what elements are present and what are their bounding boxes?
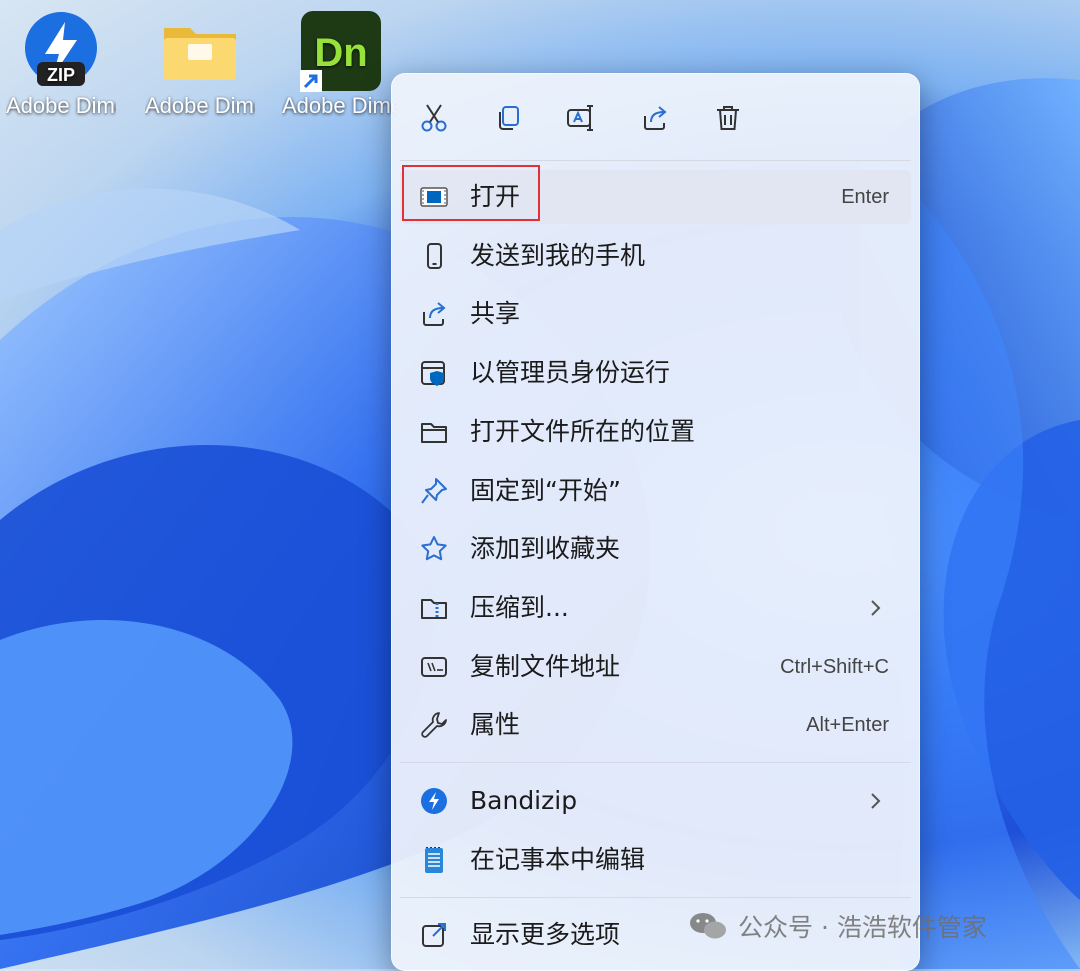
menu-item-send-to-phone[interactable]: 发送到我的手机 <box>400 229 911 283</box>
context-menu-toolbar <box>392 74 919 160</box>
annotation-highlight-box <box>402 165 540 221</box>
share-button[interactable] <box>635 98 675 138</box>
menu-item-label: 发送到我的手机 <box>470 241 646 270</box>
delete-icon <box>717 106 739 130</box>
desktop-icon-dimension-shortcut[interactable]: Dn Adobe Dimension <box>282 10 397 120</box>
menu-item-label: 在记事本中编辑 <box>470 845 646 874</box>
menu-item-label: 打开文件所在的位置 <box>470 417 696 446</box>
share-icon <box>644 106 667 130</box>
menu-item-pin-to-start[interactable]: 固定到“开始” <box>400 464 911 518</box>
folder-icon <box>160 10 240 90</box>
menu-item-label: 固定到“开始” <box>470 476 621 505</box>
wechat-icon <box>690 913 726 939</box>
share-icon <box>418 298 450 330</box>
desktop-icon-label: Adobe Dimensi... <box>145 93 255 118</box>
menu-item-shortcut: Ctrl+Shift+C <box>780 656 889 678</box>
menu-item-run-as-admin[interactable]: 以管理员身份运行 <box>400 346 911 400</box>
admin-shield-icon <box>418 357 450 389</box>
menu-item-label: 属性 <box>470 710 521 739</box>
wrench-icon <box>418 709 450 741</box>
rename-icon <box>567 105 593 131</box>
zip-folder-icon <box>418 592 450 624</box>
rename-button[interactable] <box>561 98 601 138</box>
menu-item-label: 添加到收藏夹 <box>470 534 621 563</box>
menu-separator <box>400 762 911 763</box>
menu-item-label: 压缩到... <box>470 593 569 622</box>
copy-button[interactable] <box>488 98 528 138</box>
folder-icon <box>418 416 450 448</box>
menu-item-open-file-location[interactable]: 打开文件所在的位置 <box>400 405 911 459</box>
menu-item-edit-in-notepad[interactable]: 在记事本中编辑 <box>400 833 911 887</box>
desktop-icon-label: Adobe Dimension <box>282 93 397 118</box>
chevron-right-icon <box>871 793 881 809</box>
watermark: 公众号 · 浩浩软件管家 <box>688 908 987 944</box>
menu-item-properties[interactable]: 属性 Alt+Enter <box>400 698 911 752</box>
phone-icon <box>418 240 450 272</box>
menu-item-bandizip[interactable]: Bandizip <box>400 774 911 828</box>
bandizip-icon <box>418 785 450 817</box>
menu-item-label: 共享 <box>470 299 521 328</box>
watermark-text: 公众号 · 浩浩软件管家 <box>738 913 987 942</box>
menu-item-add-to-favorites[interactable]: 添加到收藏夹 <box>400 522 911 576</box>
desktop-icon-folder[interactable]: Adobe Dimensi... <box>145 10 255 120</box>
cut-button[interactable] <box>414 98 454 138</box>
zip-file-icon: ZIP <box>21 10 101 90</box>
menu-item-share[interactable]: 共享 <box>400 287 911 341</box>
menu-item-label: Bandizip <box>470 786 578 815</box>
more-options-icon <box>418 919 450 951</box>
menu-separator <box>400 897 911 898</box>
desktop-icon-zip[interactable]: ZIP Adobe Dimensi... <box>6 10 116 120</box>
cut-icon <box>421 104 447 132</box>
menu-item-shortcut: Enter <box>841 186 889 208</box>
chevron-right-icon <box>871 600 881 616</box>
delete-button[interactable] <box>708 98 748 138</box>
dimension-app-icon: Dn <box>299 10 381 92</box>
svg-text:ZIP: ZIP <box>47 65 75 85</box>
desktop-icon-label: Adobe Dimensi... <box>6 93 116 118</box>
menu-item-copy-file-path[interactable]: 复制文件地址 Ctrl+Shift+C <box>400 640 911 694</box>
menu-item-compress-to[interactable]: 压缩到... <box>400 581 911 635</box>
svg-text:Dn: Dn <box>314 31 367 75</box>
copy-path-icon <box>418 651 450 683</box>
menu-item-label: 复制文件地址 <box>470 652 621 681</box>
pin-icon <box>418 475 450 507</box>
copy-icon <box>499 106 519 130</box>
menu-item-shortcut: Alt+Enter <box>806 714 889 736</box>
menu-separator <box>400 160 911 161</box>
notepad-icon <box>418 844 450 876</box>
menu-item-label: 显示更多选项 <box>470 920 621 949</box>
menu-item-label: 以管理员身份运行 <box>470 358 671 387</box>
star-icon <box>418 533 450 565</box>
